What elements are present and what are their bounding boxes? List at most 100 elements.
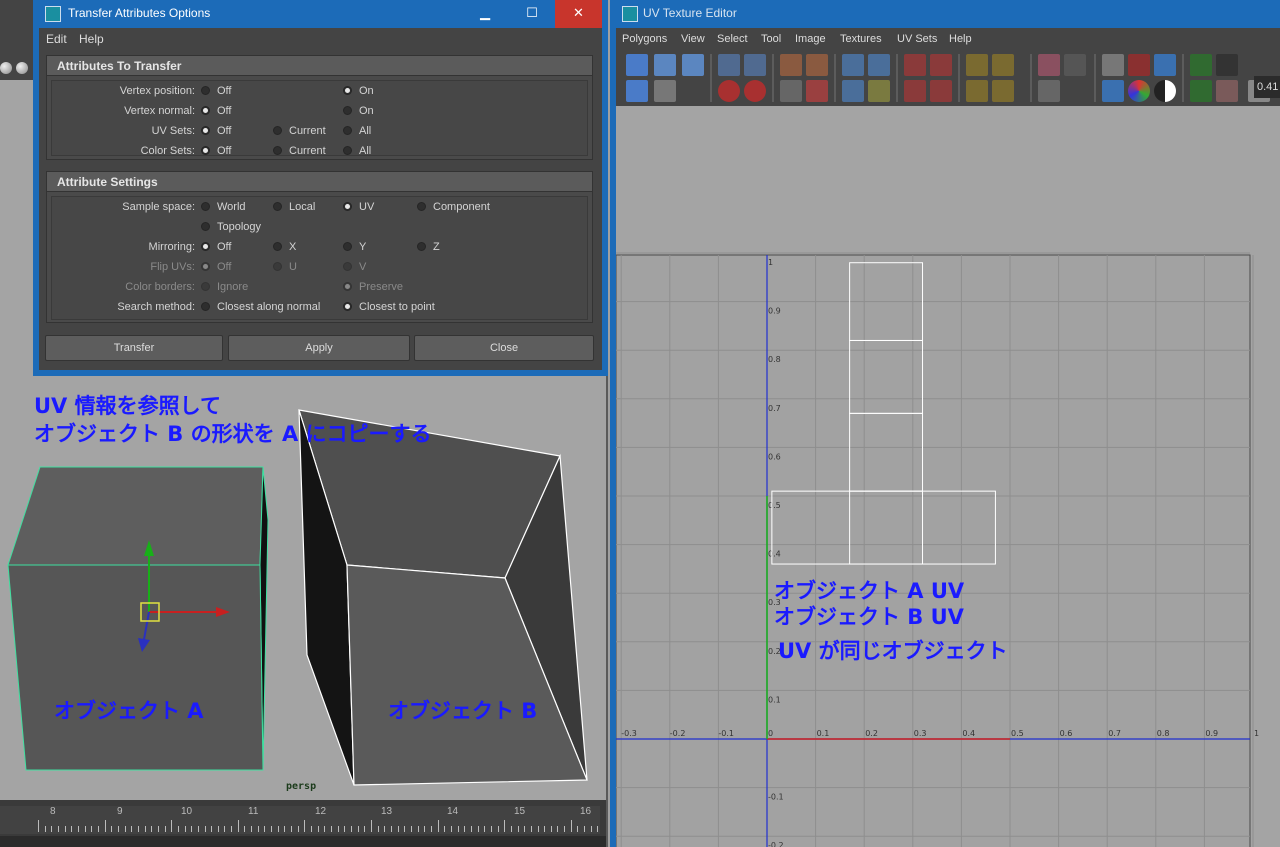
select-tool-icon[interactable] (654, 80, 676, 102)
radio-icon[interactable] (201, 222, 210, 231)
radio-icon[interactable] (273, 126, 282, 135)
sew-uv-edges-icon[interactable] (806, 54, 828, 76)
vertex-normal-off[interactable]: Off (201, 105, 231, 117)
menu-select[interactable]: Select (717, 33, 748, 45)
checker-tiles-icon[interactable] (1064, 54, 1086, 76)
radio-icon[interactable] (201, 202, 210, 211)
menu-tool[interactable]: Tool (761, 33, 781, 45)
uv-sets-all[interactable]: All (343, 125, 371, 137)
vertex-normal-on[interactable]: On (343, 105, 374, 117)
menu-polygons[interactable]: Polygons (622, 33, 667, 45)
cut-uv-edges-icon[interactable] (780, 54, 802, 76)
time-slider[interactable]: 8 9 10 11 12 13 14 15 16 (0, 800, 608, 847)
align-icon[interactable] (842, 54, 864, 76)
uv-viewport[interactable]: 1 0.9 0.8 0.7 0.6 0.5 0.4 0.3 0.2 0.1 -0.1 -0.2 -0.3… (616, 106, 1280, 847)
align-min-u-icon[interactable] (904, 54, 926, 76)
move-uv-shell-icon[interactable] (654, 54, 676, 76)
radio-selected-icon[interactable] (343, 302, 352, 311)
shade-uvs-icon[interactable] (1154, 54, 1176, 76)
menu-image[interactable]: Image (795, 33, 826, 45)
update-psd-network-icon[interactable] (1190, 54, 1212, 76)
radio-icon[interactable] (201, 302, 210, 311)
radio-selected-icon[interactable] (201, 242, 210, 251)
snapshot-icon[interactable] (868, 80, 890, 102)
uv-editor-titlebar[interactable]: UV Texture Editor (610, 0, 1280, 28)
radio-icon[interactable] (343, 146, 352, 155)
color-sets-off[interactable]: Off (201, 145, 231, 157)
color-borders-preserve[interactable]: Preserve (343, 281, 403, 293)
menu-uv-sets[interactable]: UV Sets (897, 33, 937, 45)
grid-uvs-icon[interactable] (868, 54, 890, 76)
transfer-attributes-dialog[interactable]: Transfer Attributes Options ▁ ☐ ✕ Edit H… (33, 0, 608, 376)
rotate-cw-icon[interactable] (744, 80, 766, 102)
dialog-titlebar[interactable]: Transfer Attributes Options ▁ ☐ ✕ (33, 0, 608, 28)
bake-icon[interactable] (1190, 80, 1212, 102)
align-min-v-icon[interactable] (904, 80, 926, 102)
radio-selected-icon[interactable] (343, 86, 352, 95)
uv-grid-canvas[interactable]: 1 0.9 0.8 0.7 0.6 0.5 0.4 0.3 0.2 0.1 -0.1 -0.2 -0.3… (616, 106, 1280, 847)
radio-selected-icon[interactable] (201, 262, 210, 271)
apply-button[interactable]: Apply (228, 335, 410, 361)
rotate-ccw-icon[interactable] (718, 80, 740, 102)
select-border-icon[interactable] (992, 54, 1014, 76)
uv-grid-tool-icon[interactable] (626, 80, 648, 102)
sample-space-world[interactable]: World (201, 201, 246, 213)
sample-space-topology[interactable]: Topology (201, 221, 261, 233)
object-b-mesh[interactable] (298, 409, 588, 786)
select-shell-icon[interactable] (966, 54, 988, 76)
mirroring-z[interactable]: Z (417, 241, 440, 253)
flip-uvs-u[interactable]: U (273, 261, 297, 273)
menu-help[interactable]: Help (949, 33, 972, 45)
mirroring-x[interactable]: X (273, 241, 296, 253)
radio-icon[interactable] (273, 262, 282, 271)
flip-uvs-v[interactable]: V (343, 261, 366, 273)
object-a-mesh[interactable] (7, 466, 269, 771)
dim-image-icon[interactable] (1038, 80, 1060, 102)
radio-icon[interactable] (343, 126, 352, 135)
radio-selected-icon[interactable] (201, 126, 210, 135)
color-sets-all[interactable]: All (343, 145, 371, 157)
color-borders-ignore[interactable]: Ignore (201, 281, 248, 293)
align-max-u-icon[interactable] (930, 54, 952, 76)
search-closest-to-point[interactable]: Closest to point (343, 301, 435, 313)
radio-selected-icon[interactable] (201, 106, 210, 115)
radio-icon[interactable] (201, 282, 210, 291)
radio-icon[interactable] (273, 242, 282, 251)
alpha-channel-icon[interactable] (1154, 80, 1176, 102)
radio-icon[interactable] (201, 86, 210, 95)
radio-selected-icon[interactable] (343, 282, 352, 291)
straighten-uvs-icon[interactable] (842, 80, 864, 102)
minimize-button[interactable]: ▁ (462, 0, 508, 28)
flip-uvs-off[interactable]: Off (201, 261, 231, 273)
select-shortest-path-icon[interactable] (966, 80, 988, 102)
sample-space-component[interactable]: Component (417, 201, 490, 213)
menu-help[interactable]: Help (79, 32, 104, 46)
section-header[interactable]: Attribute Settings (47, 172, 592, 192)
transfer-button[interactable]: Transfer (45, 335, 223, 361)
close-button[interactable]: Close (414, 335, 594, 361)
mirroring-off[interactable]: Off (201, 241, 231, 253)
align-max-v-icon[interactable] (930, 80, 952, 102)
image-ratio-icon[interactable] (1216, 80, 1238, 102)
maximize-button[interactable]: ☐ (509, 0, 555, 28)
psd-icon[interactable] (1216, 54, 1238, 76)
uv-texture-editor-window[interactable]: UV Texture Editor Polygons View Select T… (610, 0, 1280, 847)
uv-lattice-tool-icon[interactable] (626, 54, 648, 76)
radio-icon[interactable] (273, 146, 282, 155)
menu-textures[interactable]: Textures (840, 33, 882, 45)
uv-sets-current[interactable]: Current (273, 125, 326, 137)
display-image-icon[interactable] (1038, 54, 1060, 76)
radio-icon[interactable] (343, 262, 352, 271)
flip-u-icon[interactable] (718, 54, 740, 76)
sample-space-uv[interactable]: UV (343, 201, 374, 213)
close-window-button[interactable]: ✕ (555, 0, 602, 28)
mirroring-y[interactable]: Y (343, 241, 366, 253)
sample-space-local[interactable]: Local (273, 201, 315, 213)
unfold-icon[interactable] (780, 80, 802, 102)
flip-v-icon[interactable] (744, 54, 766, 76)
menu-view[interactable]: View (681, 33, 705, 45)
radio-icon[interactable] (273, 202, 282, 211)
vertex-position-off[interactable]: Off (201, 85, 231, 97)
section-header[interactable]: Attributes To Transfer (47, 56, 592, 76)
radio-selected-icon[interactable] (201, 146, 210, 155)
